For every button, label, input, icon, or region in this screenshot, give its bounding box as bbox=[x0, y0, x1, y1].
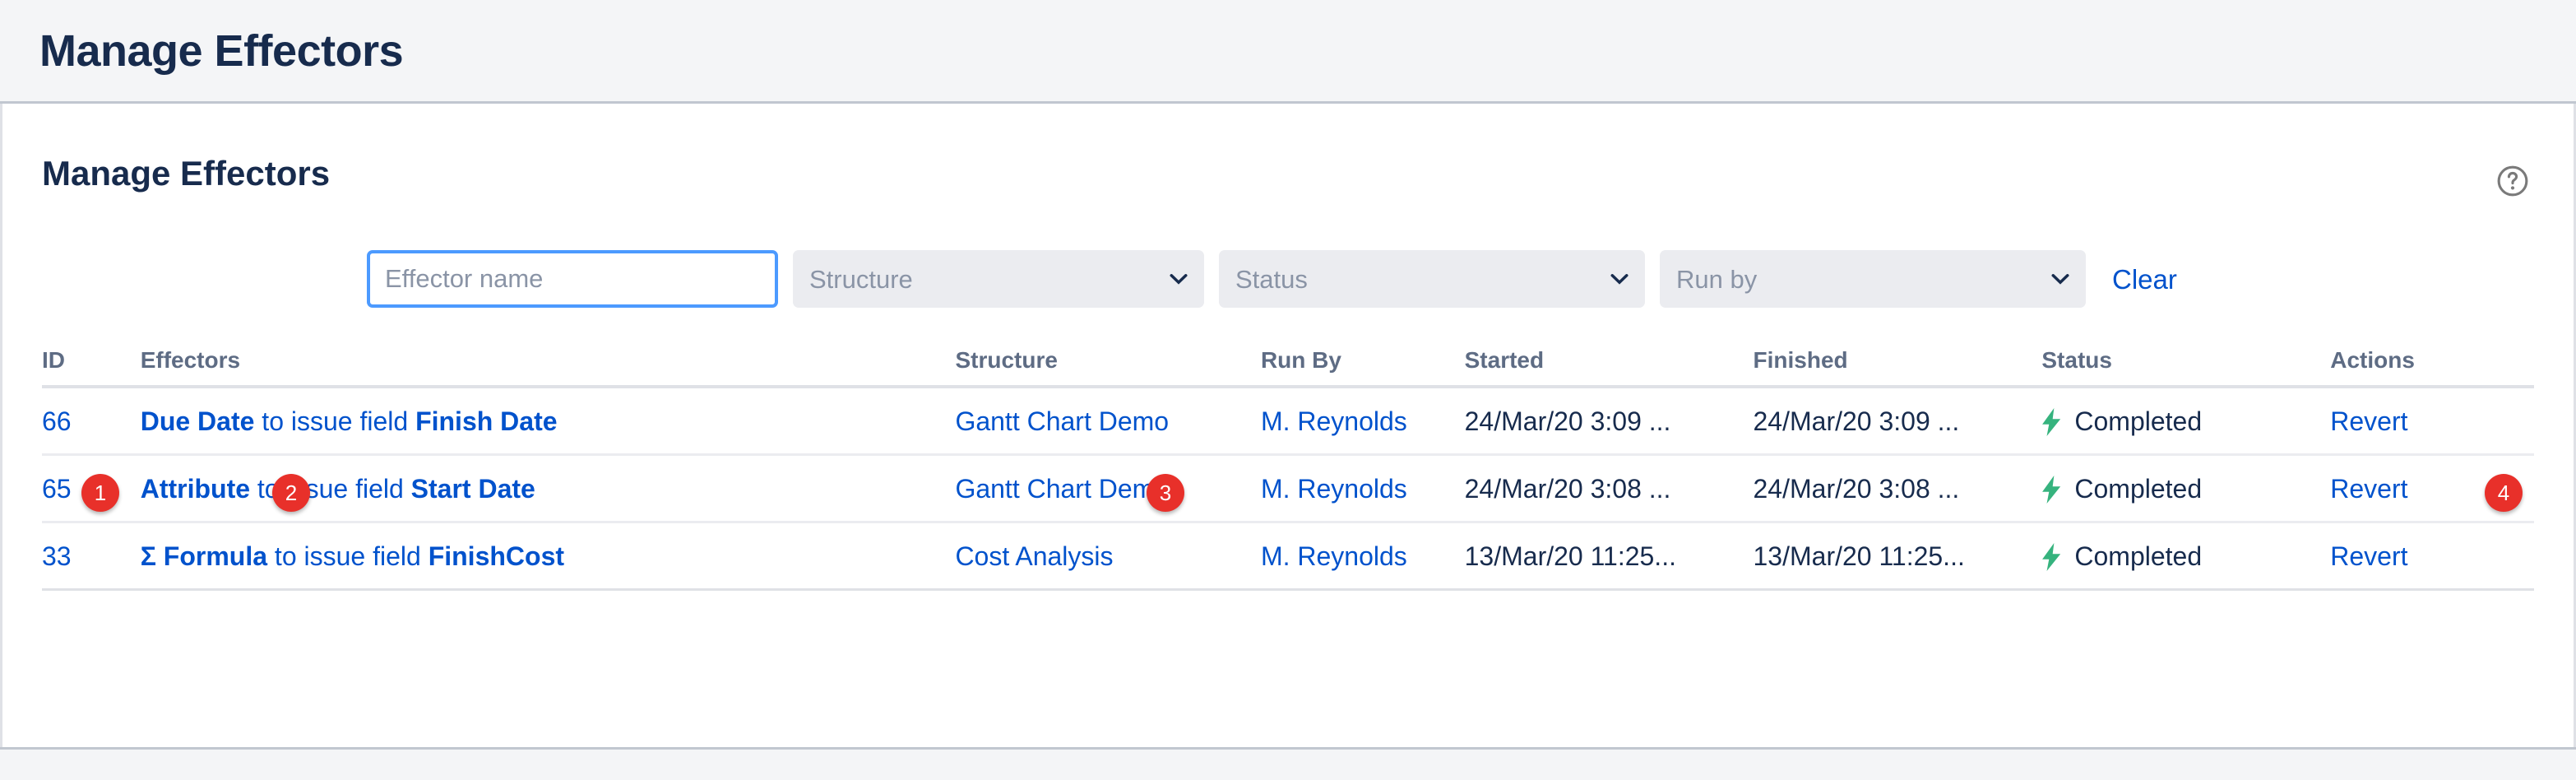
effector-source-field: Attribute bbox=[141, 474, 250, 504]
content-panel: Manage Effectors Structure Status Run by bbox=[0, 104, 2576, 747]
page-footer bbox=[0, 747, 2576, 780]
cell-structure: Gantt Chart Demo bbox=[955, 387, 1261, 455]
callout-badge-4: 4 bbox=[2485, 474, 2523, 512]
effectors-table: ID Effectors Structure Run By Started Fi… bbox=[42, 347, 2534, 591]
started-value: 24/Mar/20 3:08 ... bbox=[1465, 474, 1671, 504]
cell-id: 66 bbox=[42, 387, 141, 455]
cell-effector: Attribute to issue field Start Date bbox=[141, 455, 956, 522]
effector-id-link[interactable]: 66 bbox=[42, 406, 72, 436]
status-filter-select[interactable]: Status bbox=[1219, 250, 1645, 308]
callout-badge-1: 1 bbox=[81, 474, 119, 512]
status-text: Completed bbox=[2074, 474, 2202, 504]
column-header-structure[interactable]: Structure bbox=[955, 347, 1261, 387]
column-header-started[interactable]: Started bbox=[1465, 347, 1754, 387]
revert-action-link[interactable]: Revert bbox=[2330, 474, 2407, 504]
effector-connector-text: to issue field bbox=[267, 541, 429, 571]
table-header-row: ID Effectors Structure Run By Started Fi… bbox=[42, 347, 2534, 387]
effector-target-field: FinishCost bbox=[429, 541, 564, 571]
cell-id: 33 bbox=[42, 522, 141, 590]
cell-started: 24/Mar/20 3:09 ... bbox=[1465, 387, 1754, 455]
revert-action-link[interactable]: Revert bbox=[2330, 541, 2407, 571]
page-header: Manage Effectors bbox=[0, 0, 2576, 104]
cell-run-by: M. Reynolds bbox=[1261, 387, 1465, 455]
effector-id-link[interactable]: 65 bbox=[42, 474, 72, 504]
effector-id-link[interactable]: 33 bbox=[42, 541, 72, 571]
cell-started: 13/Mar/20 11:25... bbox=[1465, 522, 1754, 590]
started-value: 24/Mar/20 3:09 ... bbox=[1465, 406, 1671, 436]
column-header-id[interactable]: ID bbox=[42, 347, 141, 387]
structure-link[interactable]: Cost Analysis bbox=[955, 541, 1113, 571]
lightning-bolt-icon bbox=[2041, 543, 2063, 571]
effector-connector-text: to issue field bbox=[254, 406, 415, 436]
effector-target-field: Start Date bbox=[411, 474, 535, 504]
callout-badge-3: 3 bbox=[1147, 474, 1184, 512]
page-title: Manage Effectors bbox=[39, 29, 403, 73]
effector-description-link[interactable]: Σ Formula to issue field FinishCost bbox=[141, 541, 564, 571]
column-header-run-by[interactable]: Run By bbox=[1261, 347, 1465, 387]
effector-source-field: Formula bbox=[164, 541, 267, 571]
run-by-link[interactable]: M. Reynolds bbox=[1261, 406, 1407, 436]
lightning-bolt-icon bbox=[2041, 408, 2063, 436]
effector-description-link[interactable]: Attribute to issue field Start Date bbox=[141, 474, 535, 504]
chevron-down-icon bbox=[1610, 273, 1629, 285]
cell-actions: Revert bbox=[2330, 522, 2534, 590]
effector-description-link[interactable]: Due Date to issue field Finish Date bbox=[141, 406, 558, 436]
callout-badge-2: 2 bbox=[272, 474, 310, 512]
run-by-link[interactable]: M. Reynolds bbox=[1261, 541, 1407, 571]
cell-effector: Due Date to issue field Finish Date bbox=[141, 387, 956, 455]
runby-filter-label: Run by bbox=[1676, 267, 2051, 292]
status-filter-label: Status bbox=[1235, 267, 1610, 292]
run-by-link[interactable]: M. Reynolds bbox=[1261, 474, 1407, 504]
table-row: 66 Due Date to issue field Finish Date Gan… bbox=[42, 387, 2534, 455]
effector-name-input[interactable] bbox=[367, 250, 778, 308]
table-body: 66 Due Date to issue field Finish Date Gan… bbox=[42, 387, 2534, 590]
effectors-table-container: ID Effectors Structure Run By Started Fi… bbox=[42, 347, 2534, 591]
finished-value: 24/Mar/20 3:08 ... bbox=[1754, 474, 1960, 504]
clear-filters-link[interactable]: Clear bbox=[2112, 266, 2177, 293]
column-header-finished[interactable]: Finished bbox=[1754, 347, 2042, 387]
column-header-status[interactable]: Status bbox=[2041, 347, 2330, 387]
chevron-down-icon bbox=[1170, 273, 1188, 285]
cell-structure: Gantt Chart Demo bbox=[955, 455, 1261, 522]
cell-actions: Revert bbox=[2330, 387, 2534, 455]
status-text: Completed bbox=[2074, 406, 2202, 437]
cell-effector: Σ Formula to issue field FinishCost bbox=[141, 522, 956, 590]
table-row: 65 Attribute to issue field Start Date Gan… bbox=[42, 455, 2534, 522]
effector-source-field: Due Date bbox=[141, 406, 255, 436]
structure-filter-select[interactable]: Structure bbox=[793, 250, 1204, 308]
cell-started: 24/Mar/20 3:08 ... bbox=[1465, 455, 1754, 522]
finished-value: 24/Mar/20 3:09 ... bbox=[1754, 406, 1960, 436]
column-header-actions[interactable]: Actions bbox=[2330, 347, 2534, 387]
effector-target-field: Finish Date bbox=[415, 406, 557, 436]
help-circle-icon[interactable] bbox=[2495, 163, 2531, 199]
structure-link[interactable]: Gantt Chart Demo bbox=[955, 406, 1169, 436]
cell-finished: 24/Mar/20 3:09 ... bbox=[1754, 387, 2042, 455]
cell-finished: 13/Mar/20 11:25... bbox=[1754, 522, 2042, 590]
runby-filter-select[interactable]: Run by bbox=[1660, 250, 2086, 308]
effector-prefix-symbol: Σ bbox=[141, 541, 164, 571]
lightning-bolt-icon bbox=[2041, 476, 2063, 504]
finished-value: 13/Mar/20 11:25... bbox=[1754, 541, 1965, 571]
column-header-effectors[interactable]: Effectors bbox=[141, 347, 956, 387]
cell-structure: Cost Analysis bbox=[955, 522, 1261, 590]
table-row: 33 Σ Formula to issue field FinishCost Cos… bbox=[42, 522, 2534, 590]
chevron-down-icon bbox=[2051, 273, 2069, 285]
structure-link[interactable]: Gantt Chart Demo bbox=[955, 474, 1169, 504]
status-text: Completed bbox=[2074, 541, 2202, 572]
cell-run-by: M. Reynolds bbox=[1261, 455, 1465, 522]
cell-run-by: M. Reynolds bbox=[1261, 522, 1465, 590]
cell-finished: 24/Mar/20 3:08 ... bbox=[1754, 455, 2042, 522]
revert-action-link[interactable]: Revert bbox=[2330, 406, 2407, 436]
section-header: Manage Effectors bbox=[42, 104, 2534, 199]
cell-status: Completed bbox=[2041, 455, 2330, 522]
started-value: 13/Mar/20 11:25... bbox=[1465, 541, 1676, 571]
cell-status: Completed bbox=[2041, 387, 2330, 455]
structure-filter-label: Structure bbox=[809, 267, 1170, 292]
filter-bar: Structure Status Run by Clear bbox=[42, 250, 2534, 308]
cell-status: Completed bbox=[2041, 522, 2330, 590]
section-title: Manage Effectors bbox=[42, 156, 330, 191]
